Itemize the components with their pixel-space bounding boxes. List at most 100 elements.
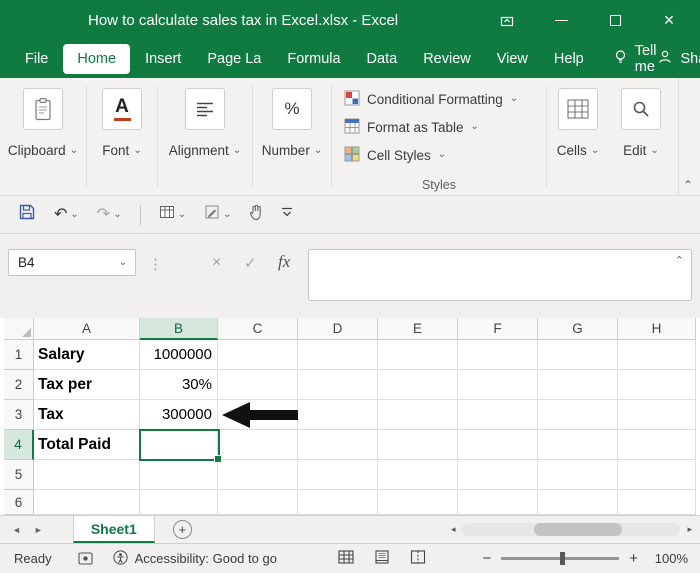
cell-a2[interactable]: Tax per (34, 370, 140, 400)
previous-sheet-icon[interactable]: ◄ (12, 525, 21, 535)
cell-c5[interactable] (218, 460, 298, 490)
row-header-5[interactable]: 5 (4, 460, 34, 490)
cell-g4[interactable] (538, 430, 618, 460)
sheet-tab-sheet1[interactable]: Sheet1 (73, 516, 155, 543)
cell-b6[interactable] (140, 490, 218, 515)
cell-c3[interactable] (218, 400, 298, 430)
column-header-e[interactable]: E (378, 318, 458, 340)
accessibility-status[interactable]: Accessibility: Good to go (113, 550, 277, 568)
cell-a3[interactable]: Tax (34, 400, 140, 430)
cell-f3[interactable] (458, 400, 538, 430)
cell-b4-selected[interactable] (140, 430, 218, 460)
cell-c2[interactable] (218, 370, 298, 400)
column-header-f[interactable]: F (458, 318, 538, 340)
scrollbar-track[interactable] (462, 523, 680, 536)
zoom-level[interactable]: 100% (648, 551, 688, 566)
page-layout-view-icon[interactable] (374, 550, 390, 567)
alignment-group-button[interactable]: Alignment⌄ (158, 78, 252, 195)
scroll-left-icon[interactable]: ◂ (451, 524, 456, 535)
cell-e1[interactable] (378, 340, 458, 370)
zoom-slider[interactable] (501, 557, 619, 560)
editing-group-button[interactable]: Edit⌄ (609, 78, 673, 195)
cell-a5[interactable] (34, 460, 140, 490)
zoom-slider-handle[interactable] (560, 552, 565, 565)
cell-f4[interactable] (458, 430, 538, 460)
cell-f1[interactable] (458, 340, 538, 370)
cell-b2[interactable]: 30% (140, 370, 218, 400)
tab-data[interactable]: Data (354, 43, 411, 75)
cell-g5[interactable] (538, 460, 618, 490)
ribbon-display-options-icon[interactable] (480, 0, 534, 40)
cell-c4[interactable] (218, 430, 298, 460)
cell-g6[interactable] (538, 490, 618, 515)
cell-d4[interactable] (298, 430, 378, 460)
maximize-icon[interactable] (588, 0, 642, 40)
minimize-icon[interactable] (534, 0, 588, 40)
cell-e3[interactable] (378, 400, 458, 430)
cell-d6[interactable] (298, 490, 378, 515)
tab-insert[interactable]: Insert (132, 43, 194, 75)
format-as-table-button[interactable]: Format as Table ⌄ (344, 113, 542, 141)
cell-e2[interactable] (378, 370, 458, 400)
tab-page-layout[interactable]: Page La (194, 43, 274, 75)
scroll-right-icon[interactable]: ▸ (687, 524, 692, 535)
next-sheet-icon[interactable]: ► (34, 525, 43, 535)
collapse-formula-bar-icon[interactable]: ⌃ (675, 254, 684, 267)
column-header-h[interactable]: H (618, 318, 696, 340)
cell-e5[interactable] (378, 460, 458, 490)
save-button[interactable] (12, 201, 42, 229)
row-header-6[interactable]: 6 (4, 490, 34, 515)
undo-button[interactable]: ↶ ⌄ (48, 201, 85, 229)
cell-b5[interactable] (140, 460, 218, 490)
cell-h2[interactable] (618, 370, 696, 400)
cell-d5[interactable] (298, 460, 378, 490)
name-box[interactable]: B4 ⌄ (8, 249, 136, 276)
cell-h5[interactable] (618, 460, 696, 490)
cell-d2[interactable] (298, 370, 378, 400)
cell-h1[interactable] (618, 340, 696, 370)
page-break-view-icon[interactable] (410, 550, 426, 567)
tab-help[interactable]: Help (541, 43, 597, 75)
cell-h4[interactable] (618, 430, 696, 460)
number-group-button[interactable]: % Number⌄ (253, 78, 331, 195)
cell-e6[interactable] (378, 490, 458, 515)
qat-draw-button[interactable]: ⌄ (198, 201, 237, 229)
column-header-b[interactable]: B (140, 318, 218, 340)
enter-check-icon[interactable]: ✓ (244, 254, 257, 272)
zoom-in-icon[interactable]: + (629, 550, 638, 567)
cell-g2[interactable] (538, 370, 618, 400)
drag-handle-icon[interactable]: ⋮ (148, 255, 163, 273)
font-group-button[interactable]: A Font⌄ (87, 78, 157, 195)
cell-a4[interactable]: Total Paid (34, 430, 140, 460)
cell-g3[interactable] (538, 400, 618, 430)
zoom-out-icon[interactable]: − (482, 550, 491, 567)
insert-function-icon[interactable]: fx (278, 252, 290, 272)
cells-group-button[interactable]: Cells⌄ (547, 78, 609, 195)
new-sheet-button[interactable]: + (173, 520, 192, 539)
cell-f2[interactable] (458, 370, 538, 400)
scrollbar-thumb[interactable] (534, 523, 622, 536)
redo-button[interactable]: ↷ ⌄ (91, 201, 128, 229)
cell-a1[interactable]: Salary (34, 340, 140, 370)
tab-view[interactable]: View (484, 43, 541, 75)
cell-h3[interactable] (618, 400, 696, 430)
cell-h6[interactable] (618, 490, 696, 515)
row-header-2[interactable]: 2 (4, 370, 34, 400)
cell-a6[interactable] (34, 490, 140, 515)
share-button[interactable]: Share (657, 49, 700, 69)
row-header-1[interactable]: 1 (4, 340, 34, 370)
collapse-ribbon-icon[interactable]: ⌃ (683, 178, 693, 192)
cell-g1[interactable] (538, 340, 618, 370)
tab-file[interactable]: File (12, 43, 61, 75)
clipboard-group-button[interactable]: Clipboard⌄ (0, 78, 86, 195)
row-header-4[interactable]: 4 (4, 430, 34, 460)
customize-quick-access-button[interactable] (275, 201, 299, 229)
column-header-d[interactable]: D (298, 318, 378, 340)
cancel-icon[interactable]: × (212, 254, 221, 272)
tab-review[interactable]: Review (410, 43, 484, 75)
normal-view-icon[interactable] (338, 550, 354, 567)
cell-b3[interactable]: 300000 (140, 400, 218, 430)
cell-f5[interactable] (458, 460, 538, 490)
conditional-formatting-button[interactable]: Conditional Formatting ⌄ (344, 85, 542, 113)
cell-b1[interactable]: 1000000 (140, 340, 218, 370)
